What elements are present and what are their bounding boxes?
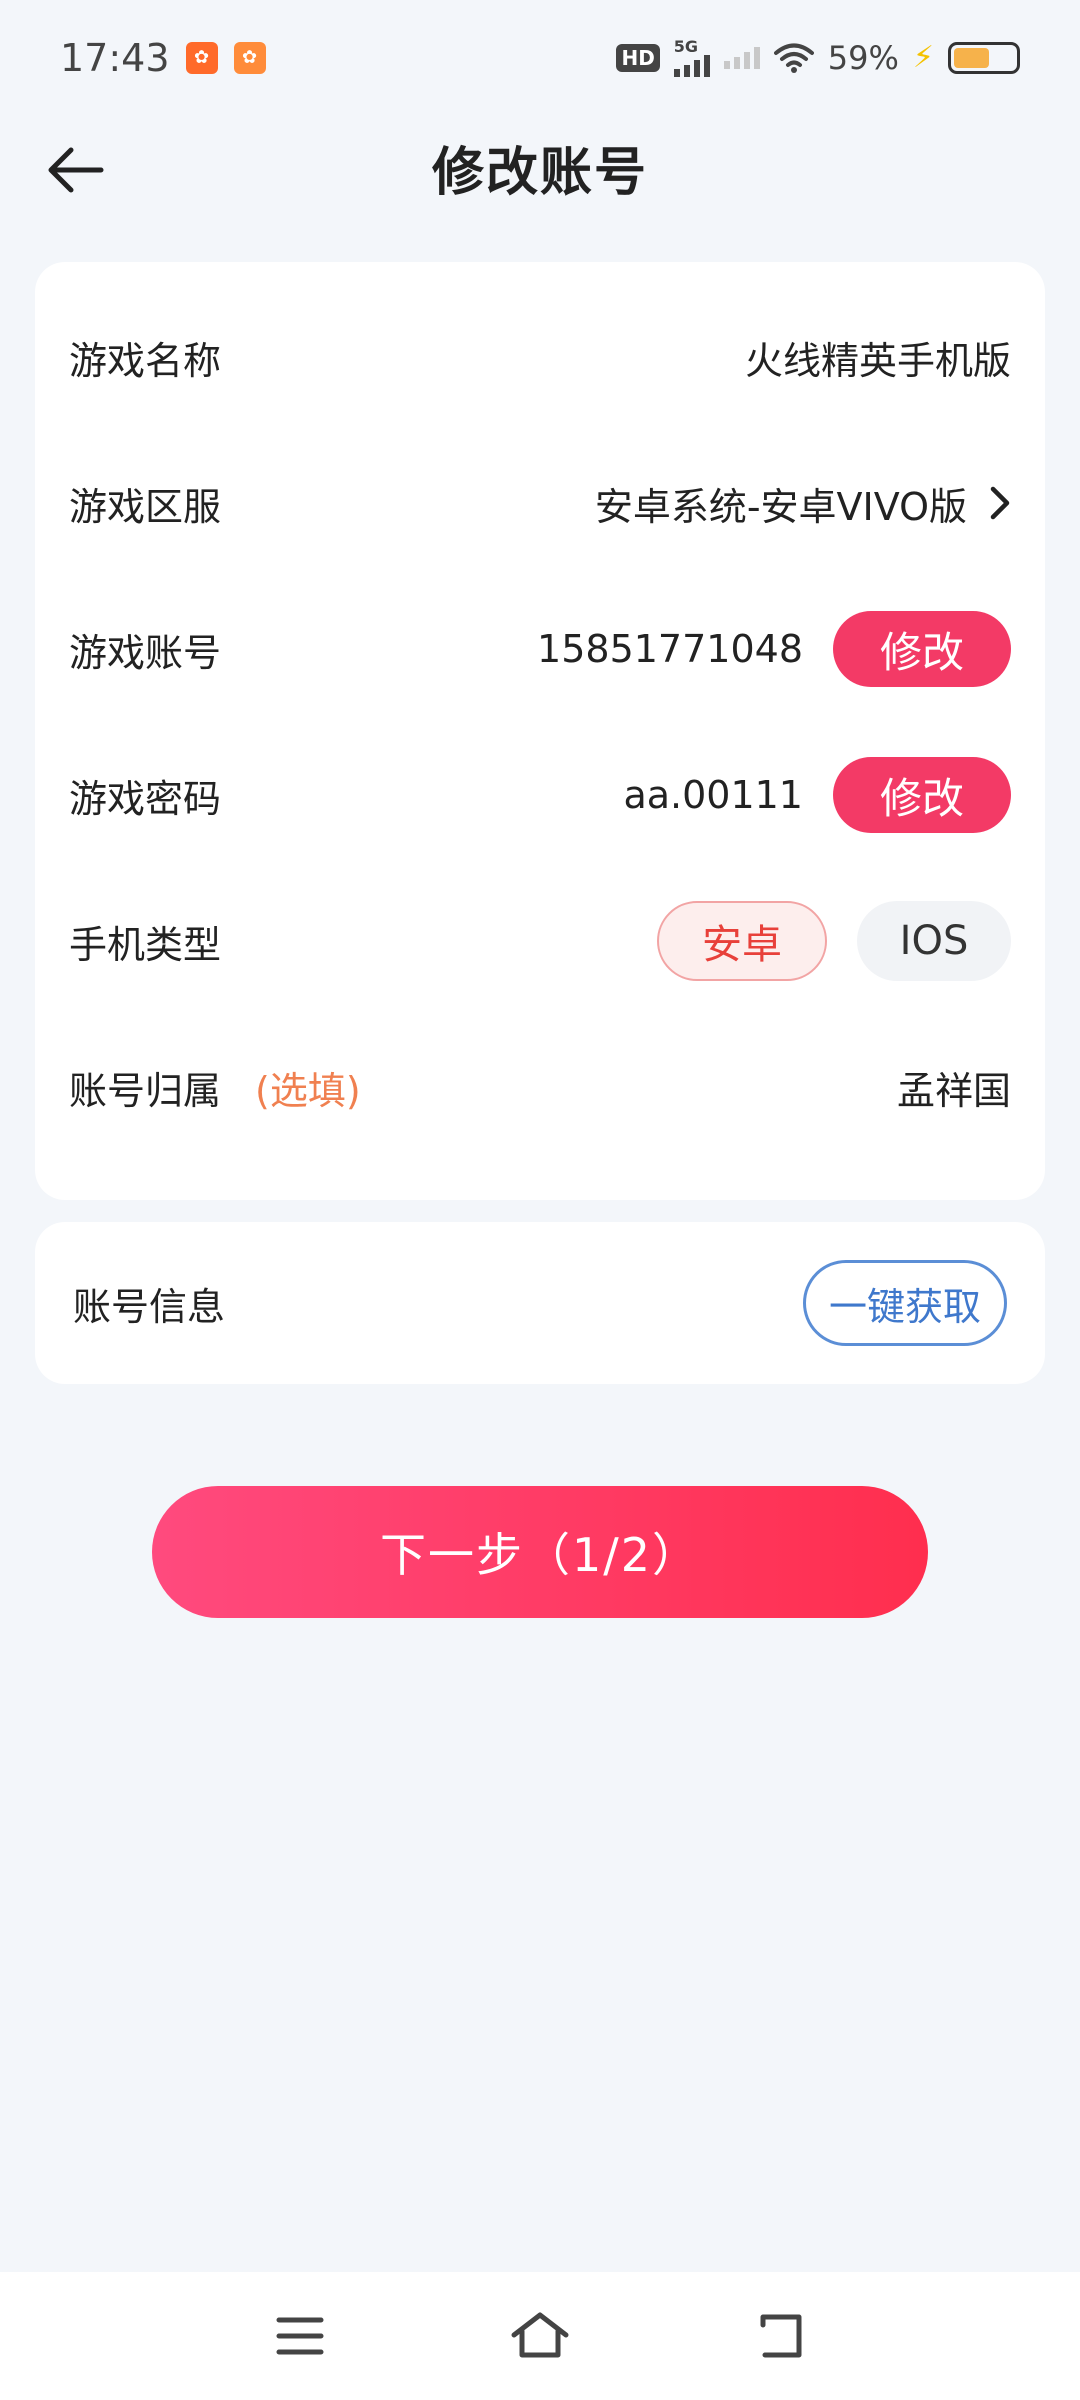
battery-percent: 59% [827,38,899,77]
phone-type-ios-option[interactable]: IOS [857,901,1011,981]
signal-5g-label: 5G [673,36,699,56]
game-name-value: 火线精英手机版 [744,338,1011,383]
game-password-label: 游戏密码 [69,776,222,821]
game-account-group: 15851771048 修改 [537,611,1011,687]
phone-type-options: 安卓 IOS [657,901,1011,981]
arrow-left-icon [48,147,104,193]
game-account-label: 游戏账号 [69,630,222,675]
account-owner-label-group: 账号归属 (选填) [69,1060,361,1115]
menu-icon [276,2317,324,2355]
game-server-value: 安卓系统-安卓VIVO版 [594,484,967,529]
status-time: 17:43 [60,35,170,80]
game-server-label: 游戏区服 [69,484,222,529]
battery-icon [948,41,1020,74]
optional-hint: (选填) [255,1068,361,1113]
page-title: 修改账号 [431,143,648,203]
row-account-info: 账号信息 一键获取 [73,1230,1007,1376]
app-badge-icon: ✿ [233,41,266,74]
nav-back-button[interactable] [750,2306,810,2366]
nav-home-button[interactable] [510,2306,570,2366]
game-account-value: 15851771048 [537,627,803,671]
account-owner-value[interactable]: 孟祥国 [897,1060,1011,1115]
game-password-group: aa.00111 修改 [623,757,1011,833]
charging-bolt-icon: ⚡ [912,40,934,75]
edit-account-button[interactable]: 修改 [833,611,1011,687]
page-header: 修改账号 [0,115,1080,220]
status-bar-right: HD 5G 59% ⚡ [616,36,1020,77]
back-button[interactable] [40,135,110,205]
back-icon [760,2314,802,2358]
row-game-server[interactable]: 游戏区服 安卓系统-安卓VIVO版 [69,430,1011,576]
row-account-owner[interactable]: 账号归属 (选填) 孟祥国 [69,1014,1011,1160]
app-badge-icon: ✿ [185,41,218,74]
battery-fill [954,47,990,68]
edit-password-button[interactable]: 修改 [833,757,1011,833]
game-name-label: 游戏名称 [69,338,222,383]
nav-menu-button[interactable] [270,2306,330,2366]
home-icon [511,2312,569,2358]
system-nav-bar [0,2272,1080,2400]
account-info-card: 账号信息 一键获取 [35,1222,1045,1384]
signal-5g-icon: 5G [673,36,710,77]
row-game-name: 游戏名称 火线精英手机版 [69,284,1011,430]
status-bar-left: 17:43 ✿ ✿ [60,36,266,80]
row-phone-type: 手机类型 安卓 IOS [69,868,1011,1014]
game-password-value: aa.00111 [623,773,803,817]
chevron-right-icon [990,486,1010,520]
next-step-button[interactable]: 下一步（1/2） [152,1486,928,1618]
wifi-icon [773,43,814,73]
phone-type-label: 手机类型 [69,922,222,967]
row-game-password: 游戏密码 aa.00111 修改 [69,722,1011,868]
account-info-label: 账号信息 [73,1284,226,1329]
one-click-fetch-button[interactable]: 一键获取 [803,1260,1007,1346]
signal-icon [723,46,760,69]
hd-icon: HD [616,43,660,72]
row-game-account: 游戏账号 15851771048 修改 [69,576,1011,722]
phone-type-android-option[interactable]: 安卓 [657,901,827,981]
status-bar: 17:43 ✿ ✿ HD 5G 59% ⚡ [0,0,1080,115]
account-form-card: 游戏名称 火线精英手机版 游戏区服 安卓系统-安卓VIVO版 游戏账号 1585… [35,262,1045,1200]
game-server-selector[interactable]: 安卓系统-安卓VIVO版 [595,476,1011,531]
signal-bars [673,54,710,77]
account-owner-label: 账号归属 [69,1068,222,1113]
